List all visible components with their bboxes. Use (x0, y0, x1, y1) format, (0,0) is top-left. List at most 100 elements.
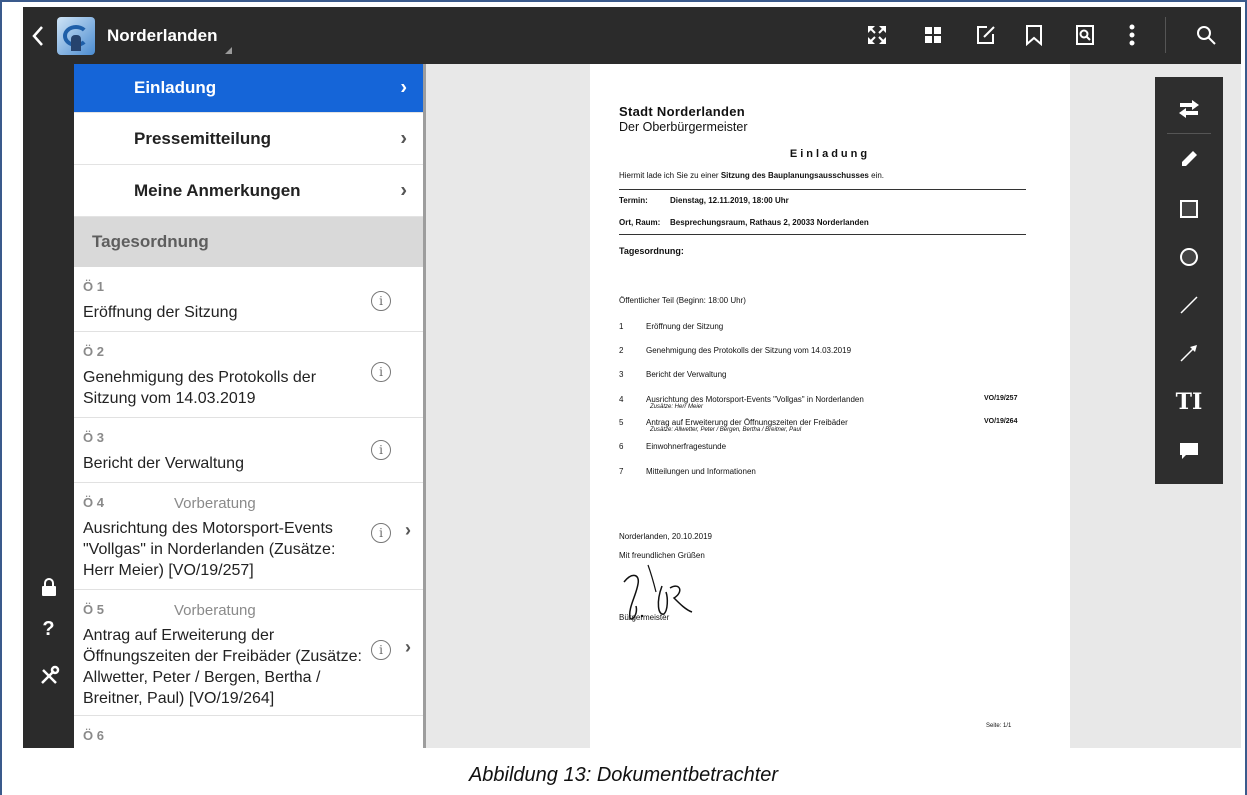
lock-icon[interactable] (23, 572, 74, 602)
nav-item-label: Pressemitteilung (134, 128, 271, 148)
left-rail: ? (23, 64, 74, 748)
doc-signer: Bürgermeister (619, 613, 670, 622)
agenda-item[interactable]: Ö 2 Genehmigung des Protokolls der Sitzu… (74, 332, 423, 418)
document-page: Stadt Norderlanden Der Oberbürgermeister… (590, 64, 1070, 748)
agenda-item[interactable]: Ö 6 (74, 716, 423, 748)
annotation-toolbar: TI (1155, 77, 1223, 484)
doc-ort-value: Besprechungsraum, Rathaus 2, 20033 Norde… (670, 218, 869, 227)
doc-item-sub: Zusätze: Herr Meier (650, 404, 704, 410)
doc-item-text: Ausrichtung des Motorsport-Events "Vollg… (646, 395, 864, 404)
figure-caption: Abbildung 13: Dokumentbetrachter (468, 764, 779, 786)
agenda-item-number: Ö 6 (83, 728, 104, 743)
doc-heading: Einladung (789, 148, 871, 160)
agenda-item-status: Vorberatung (174, 495, 256, 512)
agenda-item-status: Vorberatung (174, 602, 256, 619)
nav-item-label: Meine Anmerkungen (134, 180, 301, 200)
doc-item-number: 3 (619, 370, 624, 379)
pencil-icon[interactable] (1155, 144, 1223, 174)
doc-intro-post: ein. (868, 171, 884, 180)
nav-item-einladung[interactable]: Einladung › (74, 64, 423, 113)
nav-item-label: Einladung (134, 78, 217, 97)
doc-item-text: Genehmigung des Protokolls der Sitzung v… (646, 346, 852, 355)
doc-item-text: Einwohnerfragestunde (646, 442, 727, 451)
doc-item-text: Mitteilungen und Informationen (646, 467, 756, 476)
doc-item-number: 5 (619, 418, 624, 427)
info-icon[interactable]: i (371, 291, 391, 311)
more-vert-icon[interactable] (1119, 21, 1145, 49)
agenda-item-title: Ausrichtung des Motorsport-Events "Vollg… (83, 520, 336, 579)
doc-item-text: Bericht der Verwaltung (646, 370, 727, 379)
agenda-item[interactable]: Ö 4 Vorberatung Ausrichtung des Motorspo… (74, 483, 423, 590)
comment-icon[interactable] (1155, 436, 1223, 466)
doc-intro: Hiermit lade ich Sie zu einer Sitzung de… (619, 171, 884, 180)
arrow-icon[interactable] (1155, 338, 1223, 368)
doc-item-number: 6 (619, 442, 624, 451)
info-icon[interactable]: i (371, 523, 391, 543)
side-panel: Einladung › Pressemitteilung › Meine Anm… (74, 64, 423, 748)
doc-greeting: Mit freundlichen Grüßen (619, 551, 705, 560)
doc-place-date: Norderlanden, 20.10.2019 (619, 532, 712, 541)
app-title: Norderlanden (107, 25, 218, 45)
doc-page-label: Seite: 1/1 (986, 723, 1012, 729)
search-document-icon[interactable] (1072, 21, 1098, 49)
chevron-left-icon (32, 25, 43, 46)
info-icon[interactable]: i (371, 362, 391, 382)
chevron-right-icon[interactable]: › (405, 520, 411, 541)
app-title-dropdown[interactable]: Norderlanden (107, 25, 232, 54)
chevron-right-icon[interactable]: › (405, 637, 411, 658)
doc-termin-label: Termin: (619, 196, 648, 205)
doc-intro-pre: Hiermit lade ich Sie zu einer (619, 171, 721, 180)
help-icon[interactable]: ? (23, 614, 74, 644)
app-screen: Norderlanden ? Einladung › Pressemitteil… (23, 7, 1241, 748)
agenda-item-title: Bericht der Verwaltung (83, 455, 244, 472)
agenda-item[interactable]: Ö 1 Eröffnung der Sitzung i (74, 267, 423, 332)
search-icon[interactable] (1193, 21, 1219, 49)
doc-tagesordnung: Tagesordnung: (619, 246, 684, 256)
doc-item-number: 4 (619, 395, 624, 404)
toolbar-separator (1165, 17, 1166, 53)
doc-termin-value: Dienstag, 12.11.2019, 18:00 Uhr (670, 196, 789, 205)
doc-item-text: Antrag auf Erweiterung der Öffnungszeite… (646, 418, 848, 427)
bookmark-icon[interactable] (1021, 21, 1047, 49)
doc-org: Stadt Norderlanden (619, 104, 746, 119)
agenda-item[interactable]: Ö 3 Bericht der Verwaltung i (74, 418, 423, 483)
info-icon[interactable]: i (371, 440, 391, 460)
line-icon[interactable] (1155, 290, 1223, 320)
top-bar: Norderlanden (23, 7, 1241, 64)
doc-item-vo: VO/19/257 (984, 395, 1018, 402)
edit-note-icon[interactable] (973, 21, 999, 49)
doc-ort-label: Ort, Raum: (619, 218, 661, 227)
chevron-right-icon: › (400, 127, 407, 149)
chevron-right-icon: › (400, 179, 407, 201)
doc-item-number: 7 (619, 467, 624, 476)
text-icon[interactable]: TI (1155, 387, 1223, 417)
agenda-item-title: Eröffnung der Sitzung (83, 304, 238, 321)
grid-icon[interactable] (920, 21, 946, 49)
app-logo[interactable] (57, 16, 95, 55)
fullscreen-icon[interactable] (864, 21, 890, 49)
chevron-right-icon: › (400, 76, 407, 99)
rectangle-icon[interactable] (1155, 194, 1223, 224)
circle-icon[interactable] (1155, 242, 1223, 272)
doc-intro-bold: Sitzung des Bauplanungsausschusses (720, 171, 869, 180)
info-icon[interactable]: i (371, 640, 391, 660)
doc-item-number: 1 (619, 322, 624, 331)
tools-icon[interactable] (23, 661, 74, 691)
doc-rule (619, 234, 1026, 235)
agenda-item-title: Antrag auf Erweiterung der Öffnungszeite… (83, 627, 362, 707)
back-button[interactable] (23, 7, 53, 64)
agenda-item[interactable]: Ö 5 Vorberatung Antrag auf Erweiterung d… (74, 590, 423, 716)
agenda-item-number: Ö 2 (83, 344, 104, 359)
agenda-header: Tagesordnung (74, 217, 423, 267)
nav-item-meine-anmerkungen[interactable]: Meine Anmerkungen › (74, 165, 423, 217)
doc-item-vo: VO/19/264 (984, 418, 1018, 425)
doc-item-sub: Zusätze: Allwetter, Peter / Bergen, Bert… (650, 427, 802, 433)
agenda-item-number: Ö 3 (83, 430, 104, 445)
doc-item-text: Eröffnung der Sitzung (646, 322, 724, 331)
document-viewer[interactable]: Stadt Norderlanden Der Oberbürgermeister… (426, 64, 1241, 748)
nav-item-pressemitteilung[interactable]: Pressemitteilung › (74, 113, 423, 165)
swap-icon[interactable] (1155, 94, 1223, 124)
dropdown-indicator-icon (224, 46, 232, 54)
doc-item-number: 2 (619, 346, 624, 355)
doc-office: Der Oberbürgermeister (619, 120, 748, 134)
